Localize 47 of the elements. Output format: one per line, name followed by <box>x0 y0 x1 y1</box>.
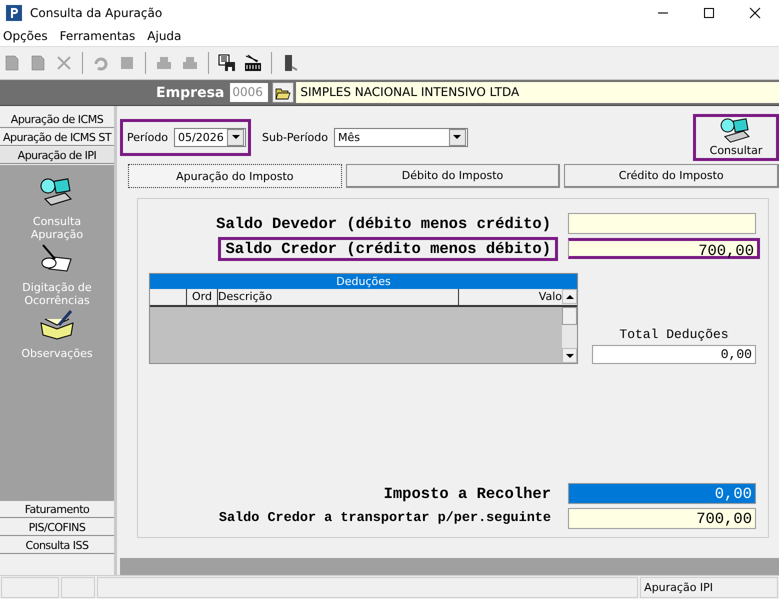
balance-field[interactable]: 700,00 <box>568 238 760 259</box>
menu-item[interactable]: Ajuda <box>147 29 182 43</box>
disk-icon[interactable] <box>217 53 237 73</box>
balance-label: Saldo Devedor (débito menos crédito) <box>215 214 552 234</box>
consult-button[interactable]: Consultar <box>693 114 779 160</box>
period-label: Período <box>127 130 168 144</box>
scrollbar[interactable] <box>562 307 577 363</box>
menu-item[interactable]: Opções <box>3 29 48 43</box>
tab[interactable]: Apuração do Imposto <box>128 164 342 188</box>
column-header[interactable]: Descrição <box>218 289 459 305</box>
dropdown-arrow-icon <box>453 135 462 139</box>
up-arrow-icon <box>566 294 574 298</box>
company-name-field[interactable]: SIMPLES NACIONAL INTENSIVO LTDA <box>296 82 779 103</box>
dropdown-arrow-icon <box>232 135 240 139</box>
maximize-icon[interactable] <box>703 7 715 19</box>
total-deductions-label: Total Deduções <box>619 327 729 342</box>
result-field[interactable]: 700,00 <box>568 508 756 529</box>
company-label: Empresa <box>156 84 224 100</box>
company-code-field[interactable]: 0006 <box>230 83 268 102</box>
result-label: Imposto a Recolher <box>382 484 552 504</box>
result-label: Saldo Credor a transportar p/per.seguinte <box>218 510 552 528</box>
open-folder-button[interactable] <box>272 82 294 103</box>
sub-period-label: Sub-Período <box>262 130 328 144</box>
window-title: Consulta da Apuração <box>30 6 162 20</box>
open-book-icon[interactable] <box>39 309 75 341</box>
column-header[interactable]: Valo <box>459 289 562 305</box>
folder-icon <box>275 86 292 100</box>
result-field[interactable]: 0,00 <box>568 483 756 504</box>
column-header[interactable]: Ord <box>187 289 218 305</box>
balance-label: Saldo Credor (crédito menos débito) <box>218 236 558 260</box>
status-text: Apuração IPI <box>640 577 778 598</box>
total-deductions-field[interactable]: 0,00 <box>592 345 756 364</box>
tab[interactable]: Débito do Imposto <box>346 164 560 188</box>
down-arrow-icon <box>566 354 574 358</box>
scroll-up-button[interactable] <box>562 289 577 304</box>
app-logo-icon <box>6 5 22 21</box>
sub-period-dropdown[interactable]: Mês <box>334 128 468 146</box>
close-icon[interactable] <box>749 7 761 19</box>
computer-icon <box>719 118 753 144</box>
period-dropdown[interactable]: 05/2026 <box>174 128 246 146</box>
scroll-down-button[interactable] <box>562 348 577 363</box>
tab[interactable]: Crédito do Imposto <box>564 164 779 188</box>
grid-title: Deduções <box>150 274 577 289</box>
balance-field[interactable] <box>568 213 756 234</box>
menu-item[interactable]: Ferramentas <box>60 29 136 43</box>
sidebar-tab[interactable]: Apuração de IPI <box>0 147 114 164</box>
report-icon[interactable] <box>243 53 263 73</box>
